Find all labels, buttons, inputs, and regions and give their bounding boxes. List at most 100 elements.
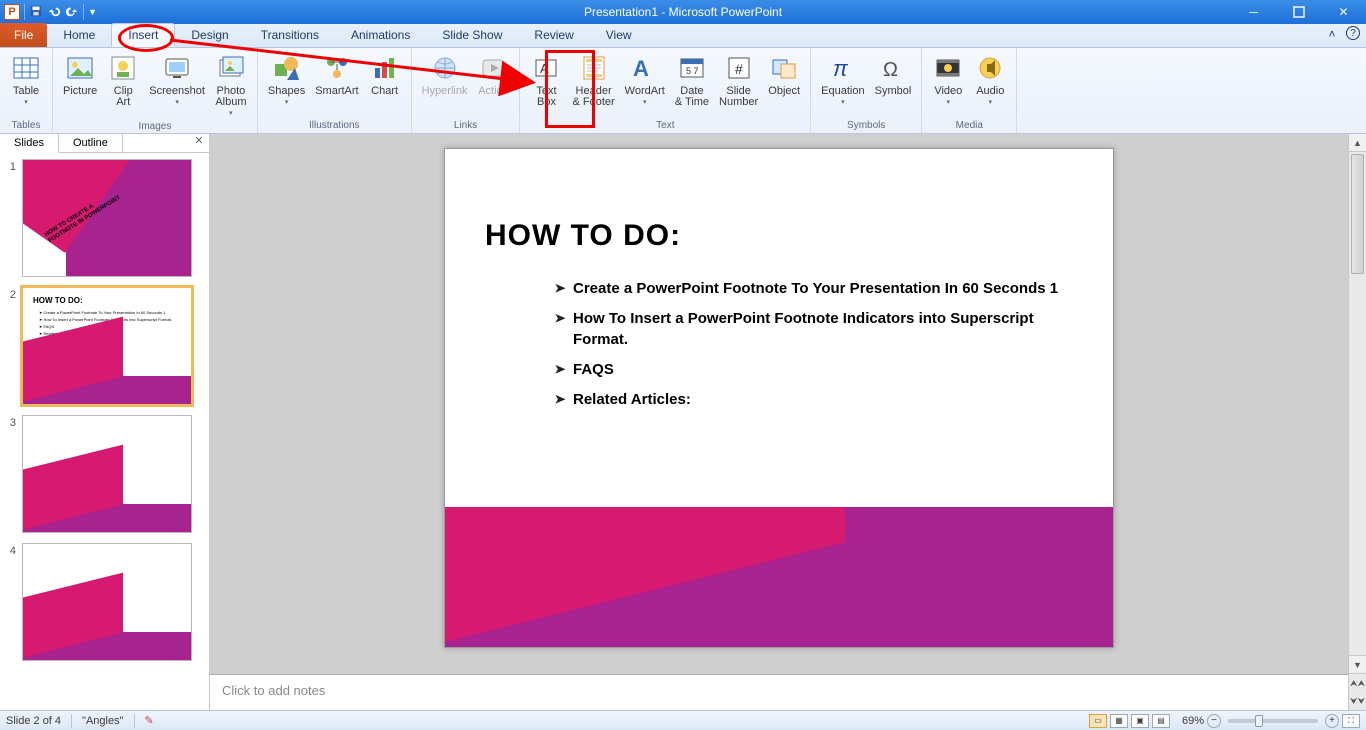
smartart-button[interactable]: SmartArt: [311, 50, 362, 118]
window-title: Presentation1 - Microsoft PowerPoint: [0, 5, 1366, 19]
tab-transitions[interactable]: Transitions: [245, 23, 335, 47]
close-button[interactable]: ✕: [1321, 0, 1366, 24]
thumbnail[interactable]: [22, 543, 192, 661]
zoom-level[interactable]: 69%: [1182, 715, 1204, 727]
reading-view-button[interactable]: ▣: [1131, 714, 1149, 728]
scroll-track[interactable]: [1349, 152, 1366, 655]
outline-tab[interactable]: Outline: [59, 134, 123, 152]
thumbnail[interactable]: HOW TO DO:➤ Create a PowerPoint Footnote…: [22, 287, 192, 405]
group-label: Tables: [6, 118, 46, 133]
zoom-in-button[interactable]: +: [1325, 714, 1339, 728]
app-icon[interactable]: P: [4, 4, 20, 20]
minimize-button[interactable]: ─: [1231, 0, 1276, 24]
thumbnail[interactable]: [22, 415, 192, 533]
scroll-up-icon[interactable]: ▲: [1349, 134, 1366, 152]
thumbnail-number: 3: [4, 415, 16, 533]
picture-button[interactable]: Picture: [59, 50, 101, 119]
redo-icon[interactable]: [65, 4, 79, 21]
tab-design[interactable]: Design: [175, 23, 244, 47]
tab-slide-show[interactable]: Slide Show: [426, 23, 518, 47]
chart-button[interactable]: Chart: [365, 50, 405, 118]
fit-to-window-button[interactable]: ⛶: [1342, 714, 1360, 728]
chevron-down-icon: ▾: [175, 98, 179, 106]
chevron-down-icon: ▾: [989, 98, 993, 106]
group-label: Symbols: [817, 118, 915, 133]
bullet-item[interactable]: Create a PowerPoint Footnote To Your Pre…: [555, 279, 1073, 299]
workspace: Slides Outline ✕ 1HOW TO CREATE A FOOTNO…: [0, 134, 1366, 710]
thumbnail-row[interactable]: 3: [4, 415, 205, 533]
help-icon[interactable]: ?: [1346, 26, 1360, 40]
photo-album-button[interactable]: PhotoAlbum▾: [211, 50, 251, 119]
chevron-down-icon: ▾: [285, 98, 289, 106]
editor-area: HOW TO DO: Create a PowerPoint Footnote …: [210, 134, 1348, 710]
equation-icon: π: [827, 52, 859, 84]
minimize-ribbon-icon[interactable]: ˄: [1324, 26, 1340, 42]
clip-art-button[interactable]: ClipArt: [103, 50, 143, 119]
bullet-item[interactable]: FAQS: [555, 360, 1073, 380]
slide: HOW TO DO: Create a PowerPoint Footnote …: [444, 148, 1114, 648]
qat-dropdown-icon[interactable]: ▼: [88, 7, 97, 17]
thumbnail-row[interactable]: 1HOW TO CREATE A FOOTNOTE IN POWERPOINT: [4, 159, 205, 277]
object-button[interactable]: Object: [764, 50, 804, 118]
group-label: Links: [418, 118, 514, 133]
audio-button[interactable]: Audio▾: [970, 50, 1010, 118]
wordart-button[interactable]: AWordArt▾: [621, 50, 669, 118]
symbol-button[interactable]: Ω Symbol: [871, 50, 916, 118]
bullet-item[interactable]: How To Insert a PowerPoint Footnote Indi…: [555, 309, 1073, 350]
sorter-view-button[interactable]: ▦: [1110, 714, 1128, 728]
tab-animations[interactable]: Animations: [335, 23, 426, 47]
tab-view[interactable]: View: [590, 23, 648, 47]
clip-art-icon: [107, 52, 139, 84]
ribbon-group-illustrations: Shapes▾SmartArtChartIllustrations: [258, 48, 412, 133]
close-panel-icon[interactable]: ✕: [189, 134, 209, 152]
slide-canvas-area[interactable]: HOW TO DO: Create a PowerPoint Footnote …: [210, 134, 1348, 674]
thumbnail-row[interactable]: 4: [4, 543, 205, 661]
vertical-scrollbar[interactable]: ▲ ▼ ⮝⮝⮟⮟: [1348, 134, 1366, 710]
date-time-button[interactable]: 5 7Date& Time: [671, 50, 713, 118]
thumbnail-row[interactable]: 2HOW TO DO:➤ Create a PowerPoint Footnot…: [4, 287, 205, 405]
slides-tab[interactable]: Slides: [0, 134, 59, 153]
prev-slide-icon[interactable]: ⮝⮝: [1349, 674, 1366, 692]
tab-home[interactable]: Home: [47, 23, 111, 47]
slides-panel-tabs: Slides Outline ✕: [0, 134, 209, 153]
symbol-label: Symbol: [875, 86, 912, 97]
header-footer-button[interactable]: Header& Footer: [568, 50, 618, 118]
svg-text:Ω: Ω: [883, 59, 898, 81]
next-slide-icon[interactable]: ⮟⮟: [1349, 692, 1366, 710]
spellcheck-icon[interactable]: ✎: [145, 714, 154, 727]
zoom-out-button[interactable]: −: [1207, 714, 1221, 728]
file-tab[interactable]: File: [0, 23, 47, 47]
header-footer-label: Header& Footer: [572, 86, 614, 108]
save-icon[interactable]: [29, 4, 43, 21]
tab-review[interactable]: Review: [518, 23, 589, 47]
scroll-thumb[interactable]: [1351, 154, 1364, 274]
undo-icon[interactable]: [47, 4, 61, 21]
video-label: Video: [934, 86, 962, 97]
zoom-slider[interactable]: [1228, 719, 1318, 723]
table-button[interactable]: Table▾: [6, 50, 46, 118]
chevron-down-icon: ▾: [841, 98, 845, 106]
normal-view-button[interactable]: ▭: [1089, 714, 1107, 728]
ribbon-group-images: PictureClipArtScreenshot▾PhotoAlbum▾Imag…: [53, 48, 258, 133]
equation-button[interactable]: π Equation▾: [817, 50, 868, 118]
video-button[interactable]: Video▾: [928, 50, 968, 118]
maximize-button[interactable]: [1276, 0, 1321, 24]
thumbnail[interactable]: HOW TO CREATE A FOOTNOTE IN POWERPOINT: [22, 159, 192, 277]
equation-label: Equation: [821, 86, 864, 97]
slide-number-button[interactable]: #SlideNumber: [715, 50, 762, 118]
audio-label: Audio: [976, 86, 1004, 97]
slide-title[interactable]: HOW TO DO:: [485, 219, 681, 253]
slide-bullet-list[interactable]: Create a PowerPoint Footnote To Your Pre…: [555, 279, 1073, 420]
chevron-down-icon: ▾: [229, 109, 233, 117]
screenshot-button[interactable]: Screenshot▾: [145, 50, 209, 119]
date-time-label: Date& Time: [675, 86, 709, 108]
bullet-item[interactable]: Related Articles:: [555, 390, 1073, 410]
slideshow-view-button[interactable]: ▤: [1152, 714, 1170, 728]
text-box-button[interactable]: ATextBox: [526, 50, 566, 118]
notes-pane[interactable]: Click to add notes: [210, 674, 1348, 710]
tab-insert[interactable]: Insert: [111, 23, 175, 47]
zoom-handle[interactable]: [1255, 715, 1263, 727]
status-bar: Slide 2 of 4 "Angles" ✎ ▭ ▦ ▣ ▤ 69% − + …: [0, 710, 1366, 730]
shapes-button[interactable]: Shapes▾: [264, 50, 309, 118]
scroll-down-icon[interactable]: ▼: [1349, 655, 1366, 673]
